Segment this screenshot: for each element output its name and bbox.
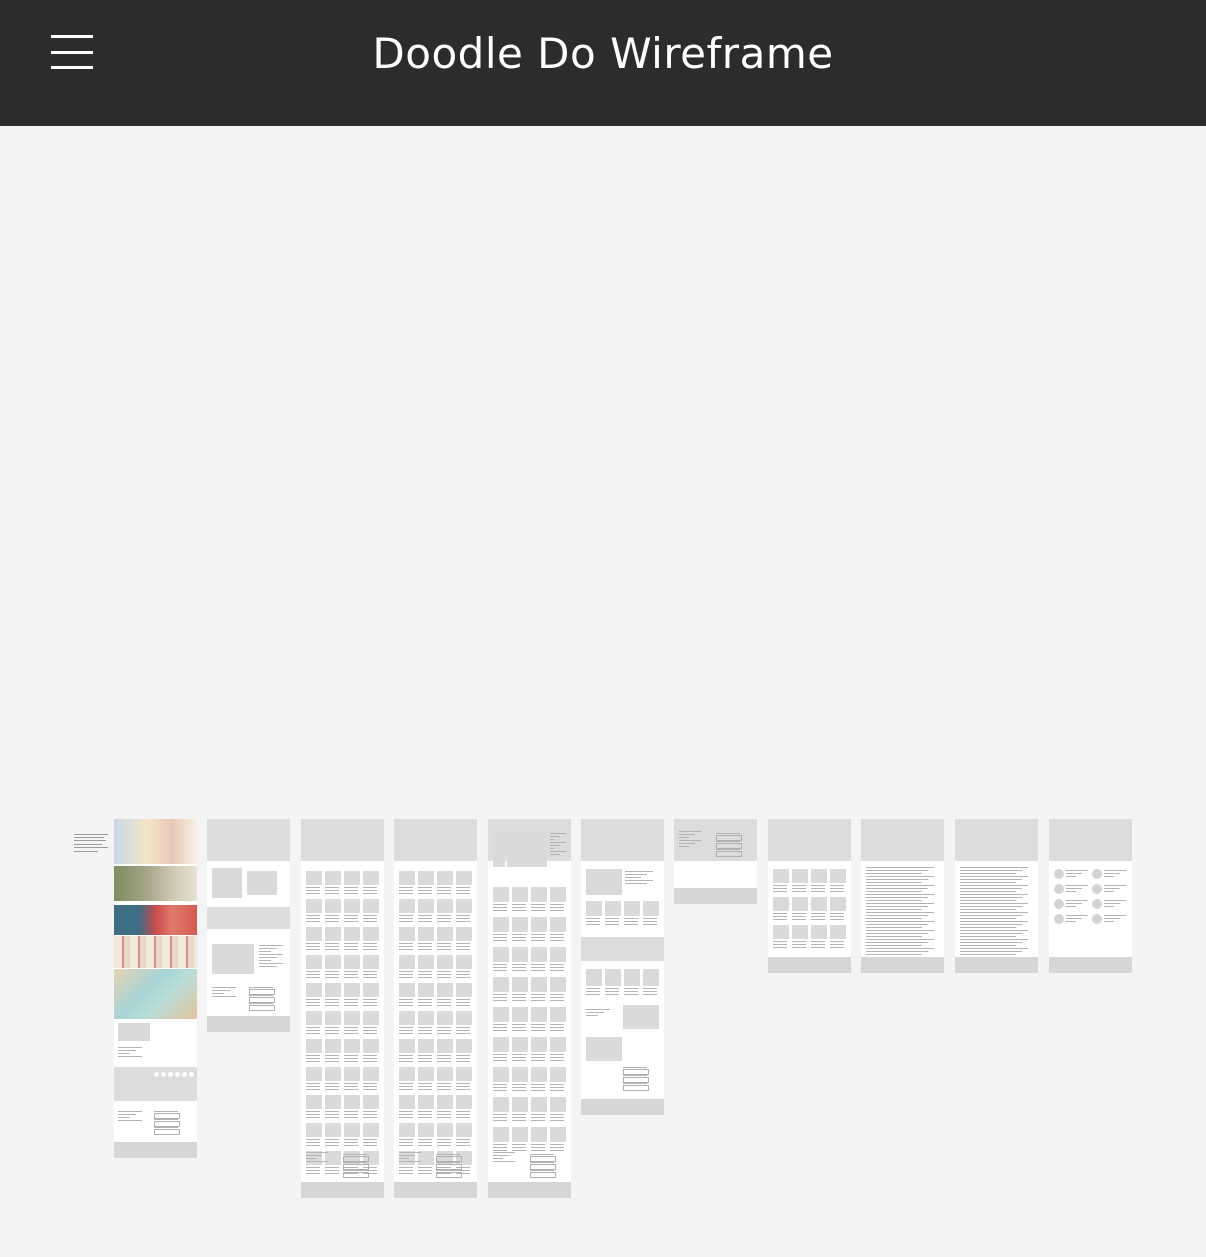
wireframe-frame-team[interactable] xyxy=(1049,819,1132,973)
wireframe-frame-products-a[interactable] xyxy=(301,819,384,1198)
wireframe-frame-contact[interactable] xyxy=(674,819,757,904)
wireframe-canvas[interactable] xyxy=(0,126,1206,1257)
page-title: Doodle Do Wireframe xyxy=(372,29,834,78)
wireframe-frame-policies[interactable] xyxy=(861,819,944,973)
wireframe-frame-products-c[interactable] xyxy=(488,819,571,1198)
top-bar: Doodle Do Wireframe xyxy=(0,0,1206,126)
wireframe-frame-terms[interactable] xyxy=(955,819,1038,973)
annotation-notes xyxy=(74,832,110,854)
wireframe-frame-detail[interactable] xyxy=(581,819,664,1115)
wireframe-frame-products-b[interactable] xyxy=(394,819,477,1198)
wireframe-frame-gallery[interactable] xyxy=(768,819,851,973)
wireframe-frame-about[interactable] xyxy=(207,819,290,1032)
wireframe-frame-home[interactable] xyxy=(114,819,197,1158)
